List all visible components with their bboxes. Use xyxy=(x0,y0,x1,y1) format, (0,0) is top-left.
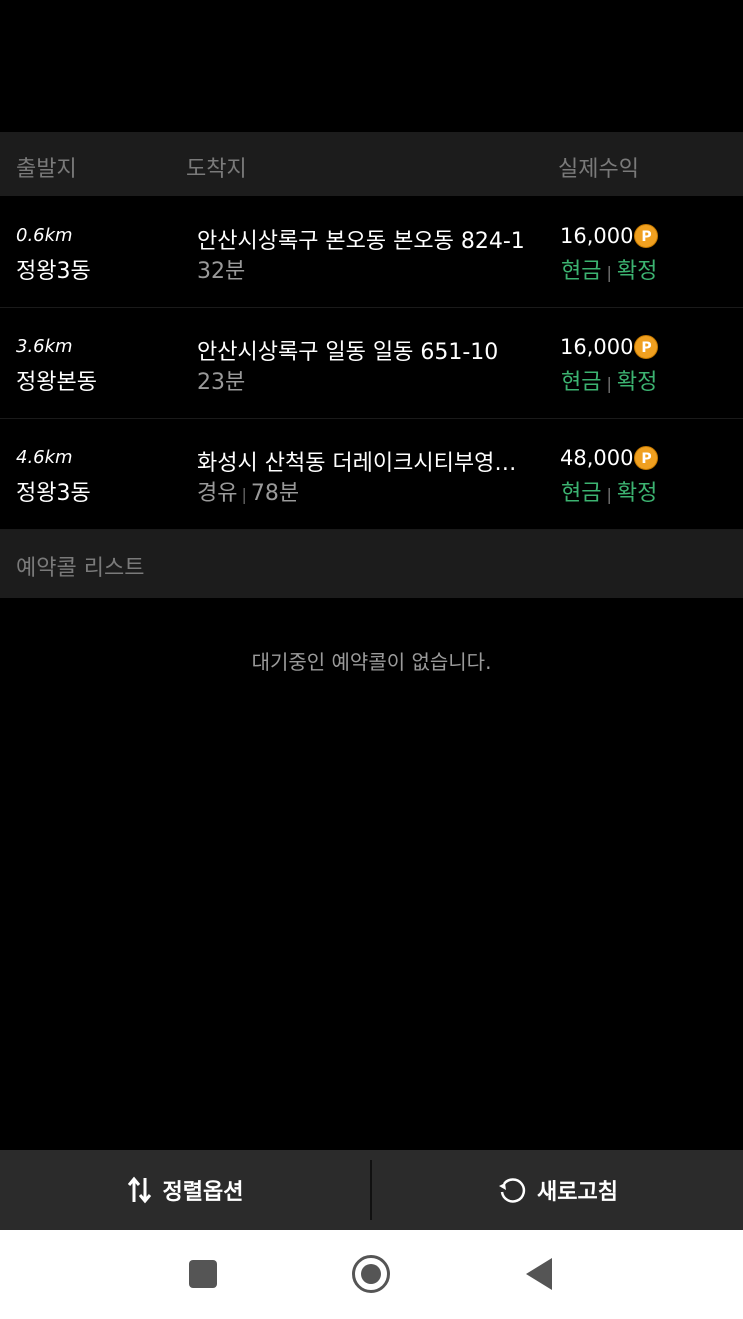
call-distance: 3.6km xyxy=(16,336,73,357)
separator: | xyxy=(241,485,247,504)
call-origin: 정왕3동 xyxy=(16,259,91,284)
payment-type: 현금 xyxy=(561,481,602,506)
call-duration: 32분 xyxy=(197,259,246,284)
call-distance: 4.6km xyxy=(16,447,73,468)
call-fare: 16,000 P xyxy=(560,335,659,359)
header-origin: 출발지 xyxy=(16,157,77,182)
fare-amount: 48,000 xyxy=(560,446,634,470)
back-triangle-icon[interactable] xyxy=(526,1258,552,1290)
call-duration: 78분 xyxy=(250,481,300,506)
call-distance: 0.6km xyxy=(16,225,73,246)
coin-icon: P xyxy=(634,224,659,248)
home-circle-icon[interactable] xyxy=(352,1255,390,1293)
list-header: 출발지 도착지 실제수익 xyxy=(0,132,743,196)
call-fare: 48,000 P xyxy=(560,446,659,470)
call-payment-status: 현금 | 확정 xyxy=(561,475,657,507)
call-row[interactable]: 3.6km 정왕본동 안산시상록구 일동 일동 651-10 23분 16,00… xyxy=(0,308,743,420)
fare-amount: 16,000 xyxy=(560,335,634,359)
call-row[interactable]: 0.6km 정왕3동 안산시상록구 본오동 본오동 824-1 32분 16,0… xyxy=(0,197,743,309)
refresh-button[interactable]: 새로고침 xyxy=(372,1150,743,1230)
call-status: 확정 xyxy=(616,370,658,395)
call-origin: 정왕본동 xyxy=(16,370,97,395)
call-duration-line: 23분 xyxy=(197,364,245,396)
fare-amount: 16,000 xyxy=(560,224,634,248)
call-via: 경유 xyxy=(197,481,238,506)
system-nav-bar xyxy=(0,1230,743,1319)
call-duration: 23분 xyxy=(197,370,246,395)
header-fare: 실제수익 xyxy=(558,157,639,182)
reservation-header: 예약콜 리스트 xyxy=(0,530,743,598)
reservation-title: 예약콜 리스트 xyxy=(16,556,145,581)
coin-icon: P xyxy=(634,446,659,470)
call-duration-line: 32분 xyxy=(197,253,245,285)
sort-options-button[interactable]: 정렬옵션 xyxy=(0,1150,370,1230)
call-destination: 화성시 산척동 더레이크시티부영… xyxy=(197,451,517,476)
call-payment-status: 현금 | 확정 xyxy=(561,253,657,285)
call-fare: 16,000 P xyxy=(560,224,659,248)
call-destination: 안산시상록구 일동 일동 651-10 xyxy=(197,340,499,365)
call-payment-status: 현금 | 확정 xyxy=(561,364,657,396)
call-status: 확정 xyxy=(616,259,658,284)
sort-options-label: 정렬옵션 xyxy=(162,1180,244,1205)
square-icon[interactable] xyxy=(189,1260,217,1288)
header-destination: 도착지 xyxy=(186,157,247,182)
separator: | xyxy=(606,374,612,393)
payment-type: 현금 xyxy=(561,259,602,284)
sort-arrows-icon xyxy=(127,1176,153,1204)
reservation-empty-message: 대기중인 예약콜이 없습니다. xyxy=(251,650,492,674)
refresh-label: 새로고침 xyxy=(537,1180,618,1205)
call-destination: 안산시상록구 본오동 본오동 824-1 xyxy=(197,229,525,254)
call-origin: 정왕3동 xyxy=(16,481,91,506)
call-duration-line: 경유 | 78분 xyxy=(197,475,299,507)
coin-icon: P xyxy=(634,335,659,359)
payment-type: 현금 xyxy=(561,370,602,395)
call-row[interactable]: 4.6km 정왕3동 화성시 산척동 더레이크시티부영… 경유 | 78분 48,0… xyxy=(0,419,743,531)
top-blank-area xyxy=(0,0,743,132)
bottom-action-bar: 정렬옵션 새로고침 xyxy=(0,1150,743,1230)
separator: | xyxy=(606,263,612,282)
call-status: 확정 xyxy=(616,481,658,506)
refresh-icon xyxy=(497,1175,527,1205)
separator: | xyxy=(606,485,612,504)
